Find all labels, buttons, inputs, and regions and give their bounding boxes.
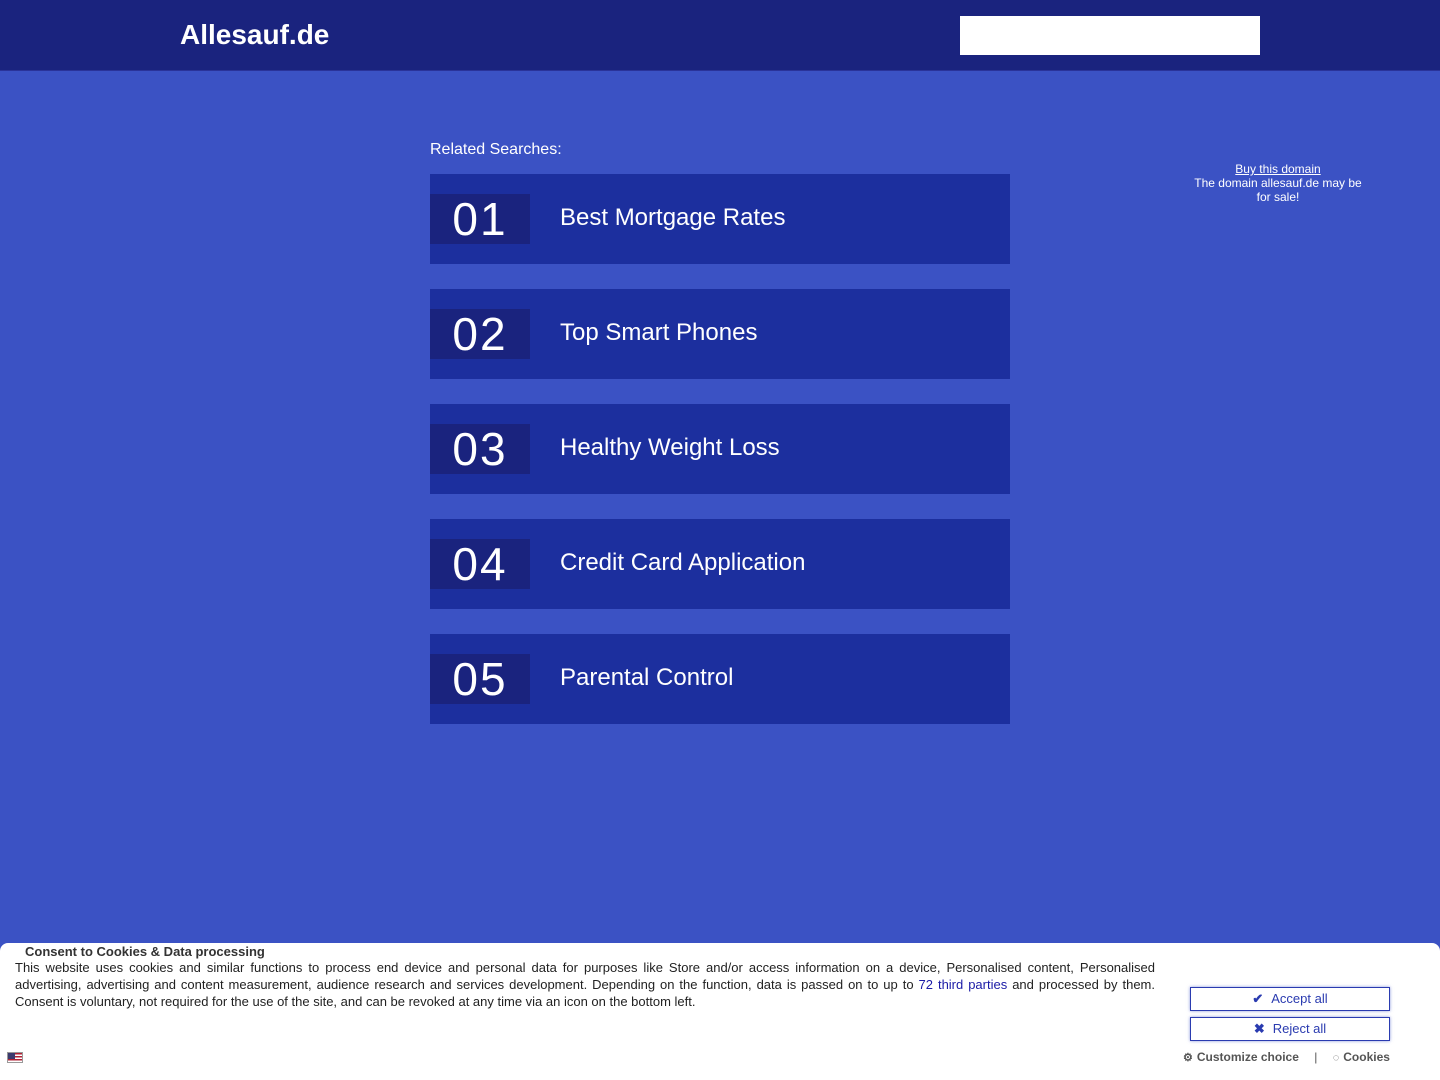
- related-searches-list: 01 Best Mortgage Rates 02 Top Smart Phon…: [430, 174, 1010, 749]
- cookie-icon: ◌: [1332, 1052, 1340, 1064]
- cookies-label: Cookies: [1343, 1050, 1390, 1064]
- consent-text: This website uses cookies and similar fu…: [15, 959, 1155, 1010]
- related-search-item[interactable]: 03 Healthy Weight Loss: [430, 404, 1010, 494]
- search-input[interactable]: [960, 16, 1260, 55]
- result-label: Credit Card Application: [560, 549, 806, 576]
- consent-title: Consent to Cookies & Data processing: [25, 944, 265, 959]
- site-logo[interactable]: Allesauf.de: [180, 19, 329, 51]
- related-searches-heading: Related Searches:: [430, 141, 562, 158]
- result-number: 01: [430, 194, 530, 244]
- accept-all-button[interactable]: ✔ Accept all: [1190, 987, 1390, 1011]
- domain-sale-text: The domain allesauf.de may be for sale!: [1194, 176, 1362, 204]
- gear-icon: ⚙: [1183, 1052, 1193, 1064]
- consent-footer-links: ⚙ Customize choice | ◌ Cookies: [1183, 1050, 1390, 1064]
- related-search-item[interactable]: 02 Top Smart Phones: [430, 289, 1010, 379]
- result-label: Best Mortgage Rates: [560, 204, 786, 231]
- cookies-link[interactable]: ◌ Cookies: [1333, 1050, 1390, 1064]
- result-number: 05: [430, 654, 530, 704]
- header-bar: Allesauf.de: [0, 0, 1440, 71]
- accept-label: Accept all: [1271, 991, 1328, 1006]
- reject-all-button[interactable]: ✖ Reject all: [1190, 1017, 1390, 1041]
- result-label: Top Smart Phones: [560, 319, 758, 346]
- check-icon: ✔: [1252, 991, 1264, 1006]
- buy-domain-link[interactable]: Buy this domain: [1235, 162, 1320, 176]
- related-search-item[interactable]: 05 Parental Control: [430, 634, 1010, 724]
- related-search-item[interactable]: 04 Credit Card Application: [430, 519, 1010, 609]
- separator: |: [1314, 1050, 1318, 1064]
- result-label: Parental Control: [560, 664, 734, 691]
- result-number: 03: [430, 424, 530, 474]
- related-search-item[interactable]: 01 Best Mortgage Rates: [430, 174, 1010, 264]
- domain-sale-box: Buy this domain The domain allesauf.de m…: [1188, 162, 1368, 204]
- result-label: Healthy Weight Loss: [560, 434, 780, 461]
- x-icon: ✖: [1253, 1021, 1265, 1036]
- customize-label: Customize choice: [1196, 1050, 1299, 1064]
- result-number: 04: [430, 539, 530, 589]
- third-parties-link[interactable]: 72 third parties: [919, 977, 1008, 992]
- cookie-consent-banner: Consent to Cookies & Data processing Thi…: [0, 943, 1440, 1080]
- result-number: 02: [430, 309, 530, 359]
- us-flag-icon[interactable]: [7, 1052, 23, 1063]
- customize-choice-link[interactable]: ⚙ Customize choice: [1183, 1050, 1299, 1064]
- reject-label: Reject all: [1272, 1021, 1327, 1036]
